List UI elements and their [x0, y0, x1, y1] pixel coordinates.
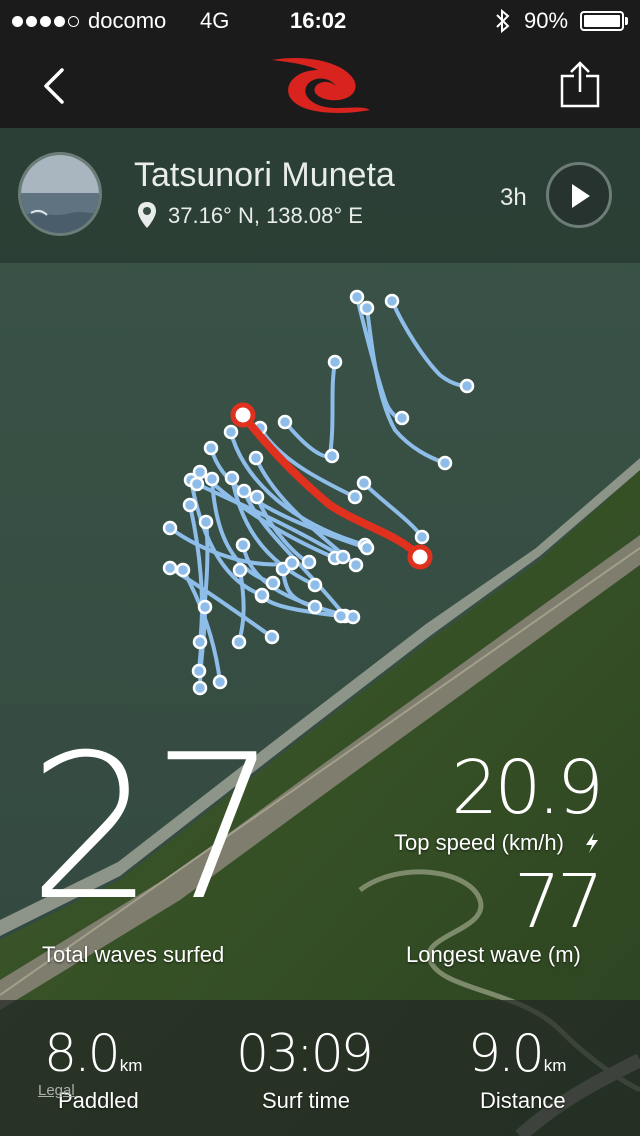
satellite-map: [0, 128, 640, 1136]
paddled-value: 8.0: [44, 1024, 121, 1084]
top-speed-label: Top speed (km/h): [394, 830, 564, 855]
distance-value: 9.0: [468, 1024, 545, 1084]
network-type: 4G: [200, 8, 230, 33]
surf-time-label: Surf time: [262, 1088, 351, 1113]
longest-wave-value: 77: [513, 859, 604, 945]
surf-time-value: 03:09: [236, 1024, 374, 1084]
location-coordinates: 37.16° N, 138.08° E: [168, 203, 363, 228]
battery-percent: 90%: [524, 8, 569, 33]
avatar[interactable]: [18, 152, 102, 236]
distance-unit: km: [543, 1056, 567, 1075]
total-waves-label: Total waves surfed: [42, 942, 225, 967]
carrier-name: docomo: [88, 8, 167, 33]
total-waves-value: 27: [28, 712, 278, 945]
surf-photo-image: [21, 155, 99, 233]
back-button[interactable]: [38, 64, 70, 108]
longest-wave-label: Longest wave (m): [406, 942, 581, 967]
status-bar: docomo 4G 16:02 90%: [0, 0, 640, 42]
time-ago: 3h: [500, 184, 527, 211]
map-view[interactable]: [0, 128, 640, 1136]
paddled-stat: 8.0 km: [44, 1024, 142, 1084]
top-speed-value: 20.9: [451, 745, 604, 831]
surf-time-stat: 03:09: [236, 1024, 374, 1084]
distance-stat: 9.0 km: [468, 1024, 566, 1084]
surfer-name: Tatsunori Muneta: [134, 156, 395, 194]
play-button[interactable]: [546, 162, 612, 228]
signal-strength-icon: [12, 14, 82, 32]
lightning-icon: [586, 833, 598, 853]
bluetooth-icon: [496, 8, 510, 34]
play-icon: [572, 184, 590, 208]
paddled-unit: km: [119, 1056, 143, 1075]
legal-link[interactable]: Legal: [38, 1082, 75, 1099]
clock-time: 16:02: [290, 8, 347, 33]
distance-label: Distance: [480, 1088, 566, 1113]
nav-bar: [0, 42, 640, 129]
rip-curl-logo: [272, 58, 370, 113]
battery-icon: [580, 11, 628, 31]
share-button[interactable]: [558, 60, 602, 110]
location-pin-icon: [138, 202, 156, 228]
